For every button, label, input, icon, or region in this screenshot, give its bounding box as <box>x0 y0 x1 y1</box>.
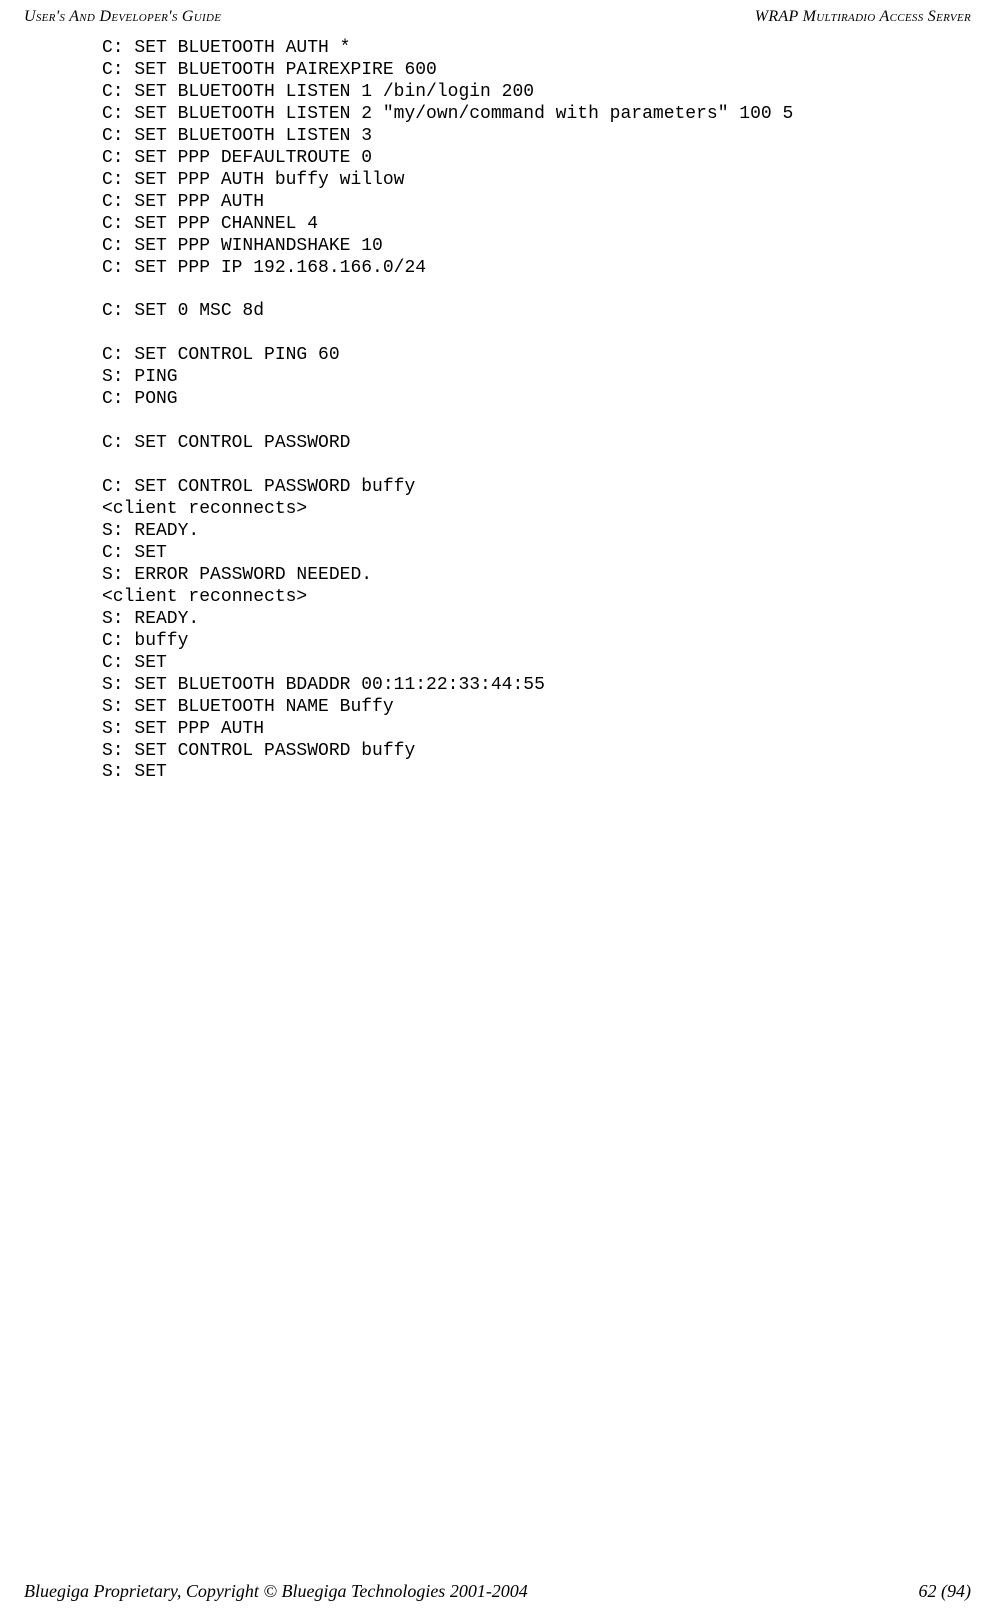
footer-right: 62 (94) <box>919 1581 972 1602</box>
code-block: C: SET BLUETOOTH AUTH * C: SET BLUETOOTH… <box>102 38 793 784</box>
header-left: User's And Developer's Guide <box>24 8 221 26</box>
footer-left: Bluegiga Proprietary, Copyright © Bluegi… <box>24 1581 528 1602</box>
page-header: User's And Developer's Guide WRAP Multir… <box>24 8 971 26</box>
header-right: WRAP Multiradio Access Server <box>755 8 971 26</box>
page-footer: Bluegiga Proprietary, Copyright © Bluegi… <box>24 1581 971 1602</box>
